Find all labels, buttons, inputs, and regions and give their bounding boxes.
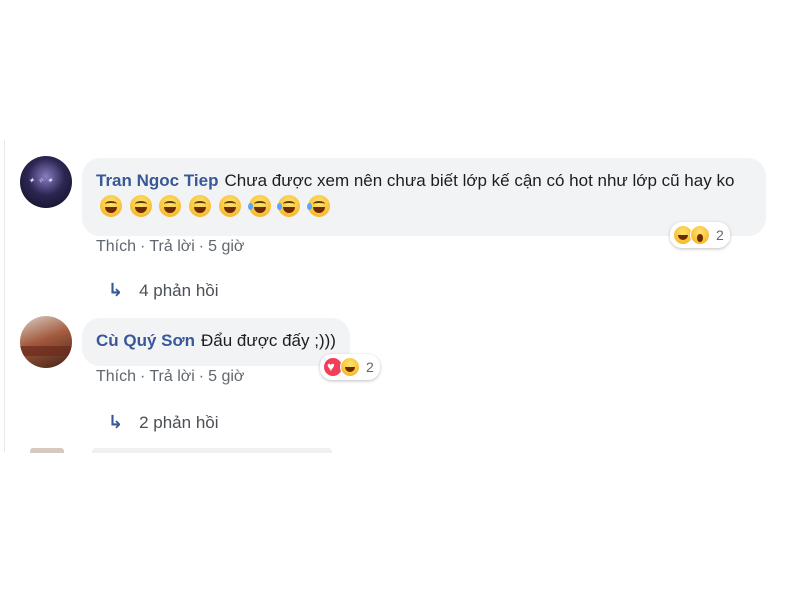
tears-of-joy-emoji-icon	[277, 194, 301, 217]
thread-divider	[4, 140, 5, 452]
reaction-count: 2	[716, 227, 724, 243]
next-comment-partial	[30, 448, 332, 454]
reply-link[interactable]: Trả lời	[149, 368, 194, 385]
view-replies-link[interactable]: ↳ 2 phản hồi	[108, 412, 219, 433]
reply-link[interactable]: Trả lời	[149, 238, 194, 255]
wow-reaction-icon	[690, 225, 710, 245]
comment-author[interactable]: Cù Quý Sơn	[96, 331, 195, 350]
grin-emoji-icon	[218, 194, 241, 217]
haha-reaction-icon	[340, 357, 360, 377]
grin-emoji-icon	[129, 194, 152, 217]
reply-arrow-icon: ↳	[108, 412, 124, 432]
grin-emoji-icon	[100, 194, 122, 217]
comment-text: Chưa được xem nên chưa biết lớp kế cận c…	[224, 171, 735, 190]
timestamp[interactable]: 5 giờ	[208, 238, 244, 255]
avatar[interactable]: ✦ ✧ ✦	[20, 156, 72, 208]
reply-arrow-icon: ↳	[108, 280, 124, 300]
comment-bubble: Cù Quý Sơn Đẩu được đấy ;)))	[82, 318, 350, 366]
comment-bubble	[92, 448, 332, 453]
reaction-summary[interactable]: 2	[670, 222, 730, 248]
like-link[interactable]: Thích	[96, 238, 136, 255]
avatar[interactable]	[20, 316, 72, 368]
tears-of-joy-emoji-icon	[247, 194, 271, 217]
view-replies-link[interactable]: ↳ 4 phản hồi	[108, 280, 219, 301]
replies-count: 4 phản hồi	[139, 281, 219, 300]
timestamp[interactable]: 5 giờ	[208, 368, 244, 385]
reaction-summary[interactable]: 2	[320, 354, 380, 380]
grin-emoji-icon	[189, 194, 212, 217]
like-link[interactable]: Thích	[96, 368, 136, 385]
comment-actions: Thích · Trả lời · 5 giờ	[96, 368, 245, 385]
emoji-row	[100, 194, 333, 221]
tears-of-joy-emoji-icon	[307, 194, 331, 217]
comment-actions: Thích · Trả lời · 5 giờ	[96, 238, 245, 255]
comment-bubble: Tran Ngoc Tiep Chưa được xem nên chưa biế…	[82, 158, 766, 236]
grin-emoji-icon	[159, 194, 182, 217]
avatar	[30, 448, 64, 453]
replies-count: 2 phản hồi	[139, 413, 219, 432]
comment-text: Đẩu được đấy ;)))	[200, 331, 336, 350]
comment-author[interactable]: Tran Ngoc Tiep	[96, 171, 219, 190]
comments-panel: ✦ ✧ ✦ Tran Ngoc Tiep Chưa được xem nên ch…	[0, 0, 792, 600]
reaction-count: 2	[366, 359, 374, 375]
